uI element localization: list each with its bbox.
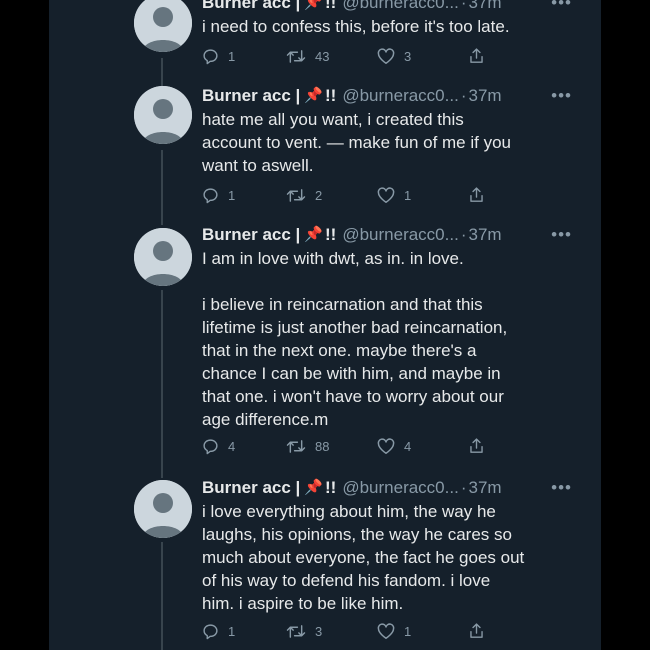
avatar[interactable]	[134, 480, 192, 538]
timestamp[interactable]: 37m	[468, 85, 501, 107]
retweet-icon	[286, 439, 306, 453]
timestamp[interactable]: 37m	[468, 477, 501, 499]
retweet-count: 3	[315, 623, 323, 639]
retweet-button[interactable]: 43	[286, 48, 329, 65]
default-avatar-icon	[134, 0, 192, 52]
pushpin-icon: 📌	[304, 0, 323, 11]
display-name[interactable]: Burner acc |	[202, 224, 300, 246]
like-count: 1	[404, 623, 412, 639]
like-count: 4	[404, 438, 412, 454]
retweet-icon	[286, 188, 306, 202]
timestamp[interactable]: 37m	[468, 0, 501, 14]
reply-count: 1	[228, 623, 236, 639]
user-handle[interactable]: @burneracc0...	[342, 477, 458, 499]
user-handle[interactable]: @burneracc0...	[342, 85, 458, 107]
thread-line	[161, 290, 163, 478]
more-options-icon[interactable]: •••	[551, 477, 572, 499]
tweet-header: Burner acc | 📌 !! @burneracc0... · 37m •…	[202, 0, 572, 14]
user-handle[interactable]: @burneracc0...	[342, 0, 458, 14]
thread-line	[161, 542, 163, 650]
like-button[interactable]: 1	[377, 622, 412, 640]
name-suffix: !!	[325, 225, 337, 244]
default-avatar-icon	[134, 228, 192, 286]
heart-icon	[377, 47, 395, 64]
heart-icon	[377, 622, 395, 639]
name-suffix: !!	[325, 0, 337, 12]
share-icon	[470, 438, 483, 453]
share-button[interactable]	[468, 47, 485, 65]
retweet-count: 88	[315, 438, 330, 454]
retweet-button[interactable]: 3	[286, 623, 322, 640]
reply-icon	[203, 623, 218, 639]
tweet-text: i need to confess this, before it's too …	[202, 17, 510, 36]
user-handle[interactable]: @burneracc0...	[342, 224, 458, 246]
reply-icon	[203, 48, 218, 64]
display-name[interactable]: Burner acc |	[202, 0, 300, 14]
reply-icon	[203, 187, 218, 203]
separator-dot: ·	[460, 225, 467, 244]
avatar[interactable]	[134, 228, 192, 286]
reply-count: 1	[228, 48, 236, 64]
tweet-actions: 1 3 1	[202, 621, 502, 641]
reply-count: 1	[228, 187, 236, 203]
share-button[interactable]	[468, 437, 485, 455]
retweet-icon	[286, 624, 306, 638]
like-button[interactable]: 4	[377, 437, 412, 455]
default-avatar-icon	[134, 480, 192, 538]
tweet-text: i love everything about him, the way he …	[202, 502, 525, 613]
reply-button[interactable]: 1	[202, 48, 235, 65]
default-avatar-icon	[134, 86, 192, 144]
tweet-actions: 1 2 1	[202, 185, 502, 205]
share-icon	[470, 623, 483, 638]
more-options-icon[interactable]: •••	[551, 224, 572, 246]
retweet-count: 43	[315, 48, 330, 64]
more-options-icon[interactable]: •••	[551, 0, 572, 14]
like-button[interactable]: 3	[377, 47, 412, 65]
pushpin-icon: 📌	[304, 226, 323, 243]
display-name[interactable]: Burner acc |	[202, 85, 300, 107]
share-button[interactable]	[468, 186, 485, 204]
display-name[interactable]: Burner acc |	[202, 477, 300, 499]
avatar[interactable]	[134, 0, 192, 52]
reply-button[interactable]: 4	[202, 438, 235, 455]
tweet-header: Burner acc | 📌 !! @burneracc0... · 37m •…	[202, 224, 572, 246]
name-suffix: !!	[325, 86, 337, 105]
heart-icon	[377, 186, 395, 203]
tweet-text: hate me all you want, i created this acc…	[202, 110, 511, 175]
tweet-thread-screen: Burner acc | 📌 !! @burneracc0... · 37m •…	[49, 0, 601, 650]
tweet-header: Burner acc | 📌 !! @burneracc0... · 37m •…	[202, 477, 572, 499]
separator-dot: ·	[460, 478, 467, 497]
like-count: 3	[404, 48, 412, 64]
heart-icon	[377, 437, 395, 454]
like-count: 1	[404, 187, 412, 203]
tweet-actions: 1 43 3	[202, 46, 502, 66]
retweet-button[interactable]: 88	[286, 438, 329, 455]
tweet-header: Burner acc | 📌 !! @burneracc0... · 37m •…	[202, 85, 572, 107]
separator-dot: ·	[460, 86, 467, 105]
retweet-count: 2	[315, 187, 323, 203]
avatar[interactable]	[134, 86, 192, 144]
share-icon	[470, 187, 483, 202]
pushpin-icon: 📌	[304, 479, 323, 496]
tweet-actions: 4 88 4	[202, 436, 502, 456]
name-suffix: !!	[325, 478, 337, 497]
reply-count: 4	[228, 438, 236, 454]
share-icon	[470, 48, 483, 63]
thread-line	[161, 150, 163, 225]
pushpin-icon: 📌	[304, 87, 323, 104]
reply-button[interactable]: 1	[202, 623, 235, 640]
retweet-icon	[286, 49, 306, 63]
thread-line	[161, 58, 163, 86]
separator-dot: ·	[460, 0, 467, 12]
share-button[interactable]	[468, 622, 485, 640]
timestamp[interactable]: 37m	[468, 224, 501, 246]
reply-button[interactable]: 1	[202, 187, 235, 204]
like-button[interactable]: 1	[377, 186, 412, 204]
tweet-text: I am in love with dwt, as in. in love. i…	[202, 249, 508, 429]
retweet-button[interactable]: 2	[286, 187, 322, 204]
more-options-icon[interactable]: •••	[551, 85, 572, 107]
reply-icon	[203, 438, 218, 454]
